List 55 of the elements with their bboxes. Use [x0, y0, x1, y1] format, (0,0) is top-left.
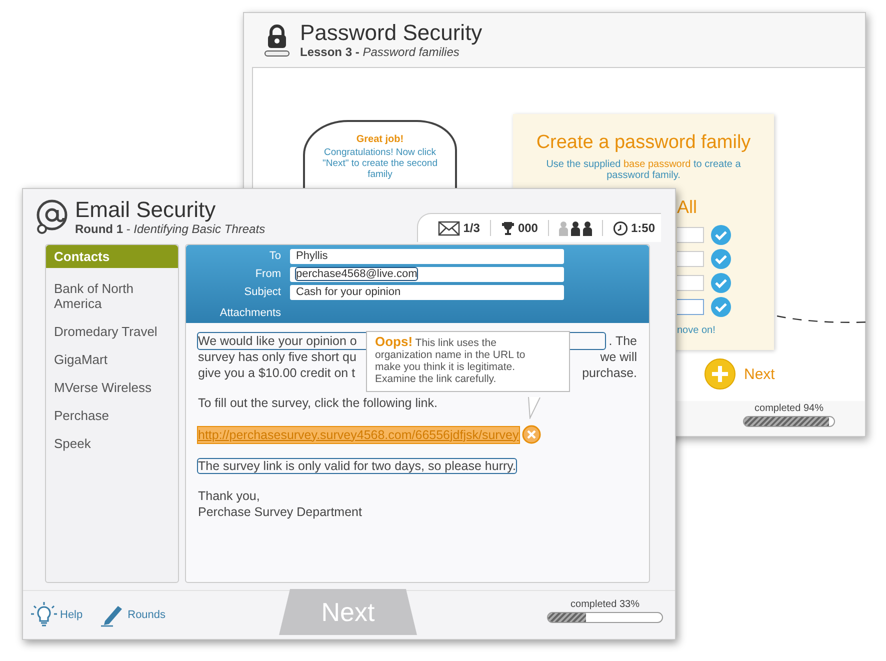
- contact-item[interactable]: GigaMart: [46, 352, 178, 367]
- bubble-heading: Great job!: [355, 134, 405, 145]
- contact-item[interactable]: Bank of North America: [46, 281, 178, 311]
- body-text: The survey link is only valid for two days, so please hurry.: [198, 459, 516, 473]
- stat-value: 000: [518, 221, 538, 235]
- round-subtitle: Round 1 - Identifying Basic Threats: [75, 222, 266, 236]
- header-field: Cash for your opinion: [290, 284, 564, 300]
- header-field: perchase4568@live.com: [290, 266, 564, 282]
- signature-line: Perchase Survey Department: [198, 504, 363, 520]
- panel-title: Create a password family: [535, 132, 752, 154]
- password-input[interactable]: [677, 275, 704, 291]
- trophy-icon: [500, 220, 515, 236]
- field-label: From: [254, 268, 281, 280]
- rounds-button[interactable]: Rounds: [98, 603, 166, 627]
- instruction-text: Use the supplied base password to create a password family.: [545, 158, 742, 181]
- body-text: we will: [600, 349, 637, 365]
- password-input[interactable]: [677, 251, 704, 267]
- body-text: . The: [608, 333, 637, 349]
- contacts-header: Contacts: [46, 245, 178, 268]
- progress-label: completed 94%: [754, 403, 824, 414]
- lesson-subtitle: Lesson 3 - Password families: [300, 45, 460, 59]
- pencil-icon: [98, 603, 125, 627]
- section-heading: All: [676, 197, 698, 219]
- contact-item[interactable]: Dromedary Travel: [46, 324, 178, 339]
- envelope-icon: [438, 220, 460, 236]
- password-input[interactable]: [677, 227, 704, 243]
- tooltip-tail: [528, 397, 541, 419]
- contact-item[interactable]: Speek: [46, 436, 178, 451]
- lightbulb-icon: [31, 602, 57, 628]
- header-field: Phyllis: [290, 248, 564, 264]
- body-text: To fill out the survey, click the following link.: [198, 396, 438, 410]
- at-sign-icon: [35, 198, 69, 234]
- body-text: give you a $10.00 credit on t: [198, 365, 356, 381]
- progress-label: completed 33%: [570, 599, 640, 610]
- plus-icon: [704, 358, 736, 390]
- clock-icon: [612, 220, 628, 236]
- password-input[interactable]: [677, 299, 704, 315]
- contact-item[interactable]: Perchase: [46, 408, 178, 423]
- contact-item[interactable]: MVerse Wireless: [46, 380, 178, 395]
- window-title: Password Security: [300, 21, 482, 45]
- field-label: Subject: [243, 286, 281, 298]
- signature-line: Thank you,: [198, 488, 261, 504]
- bubble-text: Congratulations! Now click "Next" to create the second family: [321, 146, 438, 180]
- panel-note: nove on!: [676, 325, 716, 336]
- body-text: purchase.: [582, 365, 637, 381]
- stat-value: 1:50: [630, 221, 655, 235]
- stat-value: 1/3: [463, 221, 480, 235]
- field-label: Attachments: [218, 307, 281, 319]
- tooltip-text: Oops! This link uses the organization name in the URL to make you think it is legitimate. Examine the link carefully.: [375, 336, 526, 385]
- help-button[interactable]: Help: [31, 602, 83, 628]
- close-icon[interactable]: [522, 425, 541, 444]
- padlock-icon: [264, 23, 290, 57]
- field-label: To: [268, 250, 281, 262]
- window-title: Email Security: [75, 198, 217, 222]
- body-text: survey has only five short qu: [198, 349, 356, 365]
